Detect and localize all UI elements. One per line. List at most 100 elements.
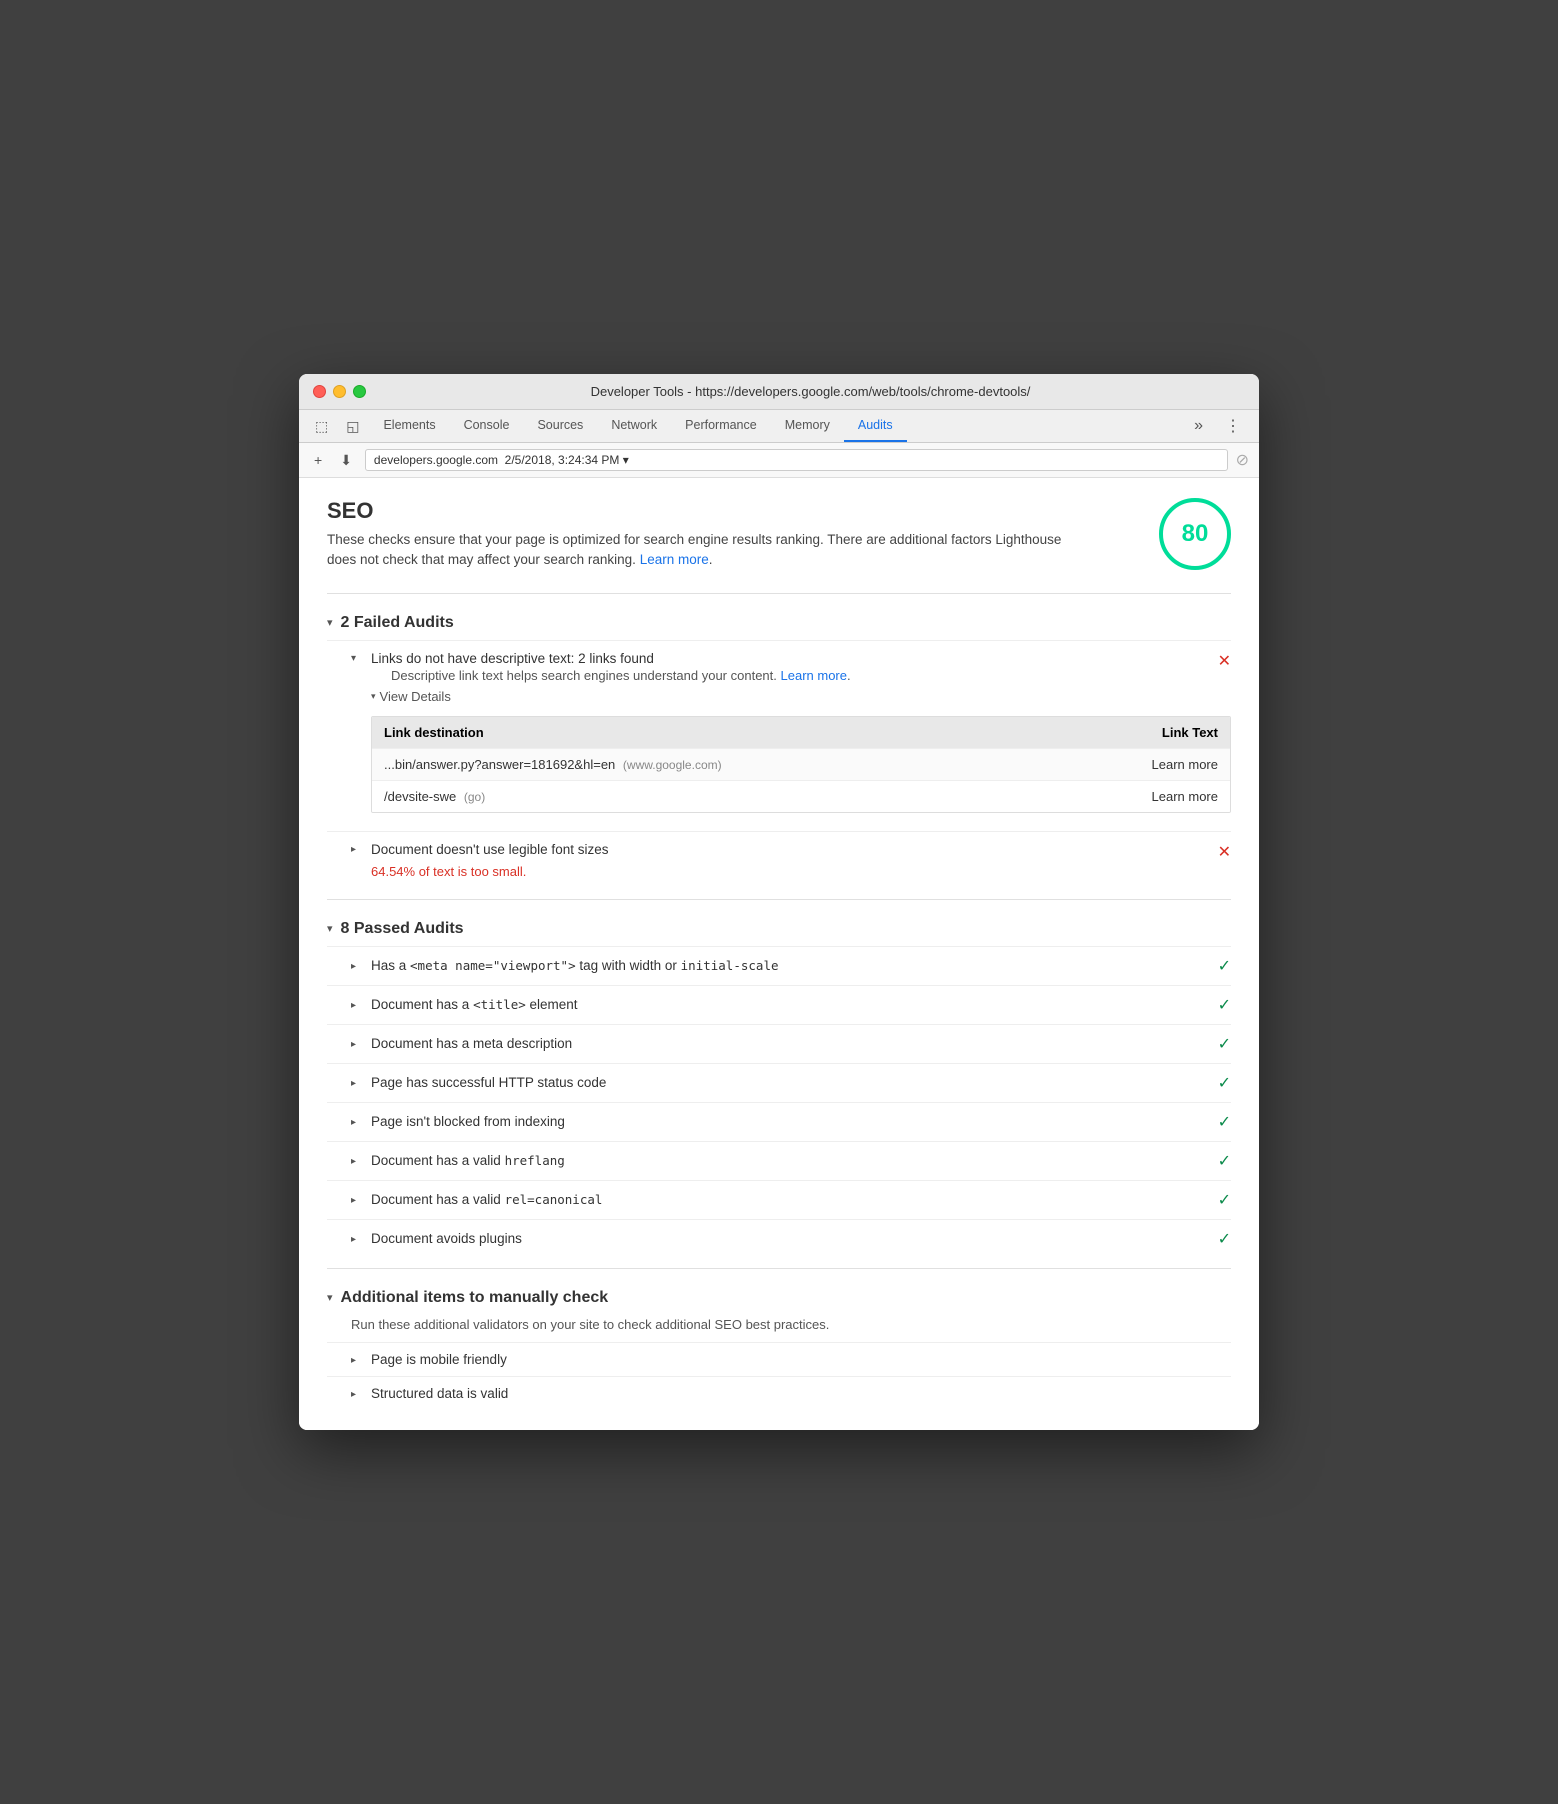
audit-viewport-chevron[interactable]: ▸ <box>351 961 363 972</box>
row-dest-1: ...bin/answer.py?answer=181692&hl=en (ww… <box>384 757 1098 772</box>
audit-canonical-chevron[interactable]: ▸ <box>351 1195 363 1206</box>
audit-plugins-pass-icon: ✓ <box>1218 1229 1231 1249</box>
close-button[interactable] <box>313 385 326 398</box>
divider-additional <box>327 1268 1231 1269</box>
device-toggle-button[interactable]: ◱ <box>338 412 367 441</box>
audit-http-header: ▸ Page has successful HTTP status code ✓ <box>351 1073 1231 1093</box>
more-tabs-button[interactable]: » <box>1184 411 1213 441</box>
audit-metadesc-pass-icon: ✓ <box>1218 1034 1231 1054</box>
passed-section-chevron[interactable]: ▾ <box>327 922 333 935</box>
address-input[interactable] <box>365 449 1228 471</box>
col-header-destination: Link destination <box>384 725 1098 740</box>
maximize-button[interactable] <box>353 385 366 398</box>
audit-hreflang-pass-icon: ✓ <box>1218 1151 1231 1171</box>
tab-audits[interactable]: Audits <box>844 410 907 442</box>
devtools-tabs: Elements Console Sources Network Perform… <box>369 410 1182 442</box>
divider-failed <box>327 593 1231 594</box>
failed-audits-section-header[interactable]: ▾ 2 Failed Audits <box>327 604 1231 640</box>
divider-passed <box>327 899 1231 900</box>
audit-http-left: ▸ Page has successful HTTP status code <box>351 1075 606 1090</box>
additional-section-chevron[interactable]: ▾ <box>327 1291 333 1304</box>
audit-canonical-header: ▸ Document has a valid rel=canonical ✓ <box>351 1190 1231 1210</box>
tab-network[interactable]: Network <box>597 410 671 442</box>
audit-title-chevron[interactable]: ▸ <box>351 1000 363 1011</box>
audit-title-left: ▸ Document has a <title> element <box>351 997 578 1012</box>
audit-item-fonts: ▸ Document doesn't use legible font size… <box>327 831 1231 889</box>
manual-mobile-title: Page is mobile friendly <box>371 1352 507 1367</box>
audit-hreflang-chevron[interactable]: ▸ <box>351 1156 363 1167</box>
seo-info: SEO These checks ensure that your page i… <box>327 498 1087 571</box>
audit-links-learn-more[interactable]: Learn more <box>781 668 847 683</box>
table-header: Link destination Link Text <box>372 717 1230 748</box>
devtools-window: Developer Tools - https://developers.goo… <box>299 374 1259 1430</box>
main-content: SEO These checks ensure that your page i… <box>299 478 1259 1430</box>
audit-item-hreflang: ▸ Document has a valid hreflang ✓ <box>327 1141 1231 1180</box>
audit-metadesc-chevron[interactable]: ▸ <box>351 1039 363 1050</box>
table-row: /devsite-swe (go) Learn more <box>372 780 1230 812</box>
audit-hreflang-header: ▸ Document has a valid hreflang ✓ <box>351 1151 1231 1171</box>
audit-plugins-left: ▸ Document avoids plugins <box>351 1231 522 1246</box>
audit-viewport-header: ▸ Has a <meta name="viewport"> tag with … <box>351 956 1231 976</box>
row-domain-2: (go) <box>464 790 485 804</box>
audit-fonts-left: ▸ Document doesn't use legible font size… <box>351 842 1208 857</box>
audit-links-chevron[interactable]: ▾ <box>351 653 363 664</box>
view-details-button[interactable]: ▾ View Details <box>351 683 1231 708</box>
audit-hreflang-left: ▸ Document has a valid hreflang <box>351 1153 565 1168</box>
download-button[interactable]: ⬇ <box>335 450 357 471</box>
seo-learn-more-link[interactable]: Learn more <box>640 552 709 567</box>
audit-canonical-left: ▸ Document has a valid rel=canonical <box>351 1192 602 1207</box>
add-button[interactable]: + <box>309 450 327 470</box>
additional-section-header[interactable]: ▾ Additional items to manually check <box>327 1279 1231 1315</box>
audit-item-title: ▸ Document has a <title> element ✓ <box>327 985 1231 1024</box>
links-table: Link destination Link Text ...bin/answer… <box>371 716 1231 813</box>
audit-plugins-chevron[interactable]: ▸ <box>351 1234 363 1245</box>
audit-item-indexing: ▸ Page isn't blocked from indexing ✓ <box>327 1102 1231 1141</box>
manual-mobile-left: ▸ Page is mobile friendly <box>351 1352 1231 1367</box>
audit-http-chevron[interactable]: ▸ <box>351 1078 363 1089</box>
audit-metadesc-left: ▸ Document has a meta description <box>351 1036 572 1051</box>
audit-item-plugins: ▸ Document avoids plugins ✓ <box>327 1219 1231 1258</box>
audit-item-canonical: ▸ Document has a valid rel=canonical ✓ <box>327 1180 1231 1219</box>
cursor-icon: ⬚ <box>315 418 328 435</box>
devtools-menu-button[interactable]: ⋮ <box>1215 410 1251 442</box>
devtools-toolbar: ⬚ ◱ Elements Console Sources Network Per… <box>299 410 1259 443</box>
tab-sources[interactable]: Sources <box>523 410 597 442</box>
audit-item-http-status: ▸ Page has successful HTTP status code ✓ <box>327 1063 1231 1102</box>
passed-audits-title: 8 Passed Audits <box>341 920 464 938</box>
tab-elements[interactable]: Elements <box>369 410 449 442</box>
manual-mobile-chevron[interactable]: ▸ <box>351 1355 363 1366</box>
cursor-icon-button[interactable]: ⬚ <box>307 412 336 441</box>
audit-indexing-header: ▸ Page isn't blocked from indexing ✓ <box>351 1112 1231 1132</box>
audit-title-header: ▸ Document has a <title> element ✓ <box>351 995 1231 1015</box>
audit-fonts-fail-icon: ✕ <box>1218 842 1231 862</box>
tab-console[interactable]: Console <box>450 410 524 442</box>
audit-canonical-title: Document has a valid rel=canonical <box>371 1192 602 1207</box>
view-details-label: View Details <box>380 689 451 704</box>
manual-item-mobile: ▸ Page is mobile friendly <box>327 1342 1231 1376</box>
seo-description: These checks ensure that your page is op… <box>327 530 1087 571</box>
audit-links-subtitle: Descriptive link text helps search engin… <box>371 668 851 683</box>
audit-title-text: Document has a <title> element <box>371 997 578 1012</box>
title-bar: Developer Tools - https://developers.goo… <box>299 374 1259 410</box>
audit-http-pass-icon: ✓ <box>1218 1073 1231 1093</box>
tab-performance[interactable]: Performance <box>671 410 771 442</box>
row-url-1: ...bin/answer.py?answer=181692&hl=en <box>384 757 615 772</box>
failed-section-chevron[interactable]: ▾ <box>327 616 333 629</box>
audit-item-viewport: ▸ Has a <meta name="viewport"> tag with … <box>327 946 1231 985</box>
address-bar: + ⬇ ⊘ <box>299 443 1259 478</box>
row-linktext-1: Learn more <box>1098 757 1218 772</box>
minimize-button[interactable] <box>333 385 346 398</box>
audit-metadesc-title: Document has a meta description <box>371 1036 572 1051</box>
row-linktext-2: Learn more <box>1098 789 1218 804</box>
view-details-chevron: ▾ <box>371 691 376 702</box>
audit-fonts-chevron[interactable]: ▸ <box>351 844 363 855</box>
audit-indexing-title: Page isn't blocked from indexing <box>371 1114 565 1129</box>
manual-structured-chevron[interactable]: ▸ <box>351 1389 363 1400</box>
audit-item-links: ▾ Links do not have descriptive text: 2 … <box>327 640 1231 831</box>
passed-audits-section-header[interactable]: ▾ 8 Passed Audits <box>327 910 1231 946</box>
audit-indexing-chevron[interactable]: ▸ <box>351 1117 363 1128</box>
row-dest-2: /devsite-swe (go) <box>384 789 1098 804</box>
audit-indexing-pass-icon: ✓ <box>1218 1112 1231 1132</box>
audit-hreflang-title: Document has a valid hreflang <box>371 1153 565 1168</box>
tab-memory[interactable]: Memory <box>771 410 844 442</box>
